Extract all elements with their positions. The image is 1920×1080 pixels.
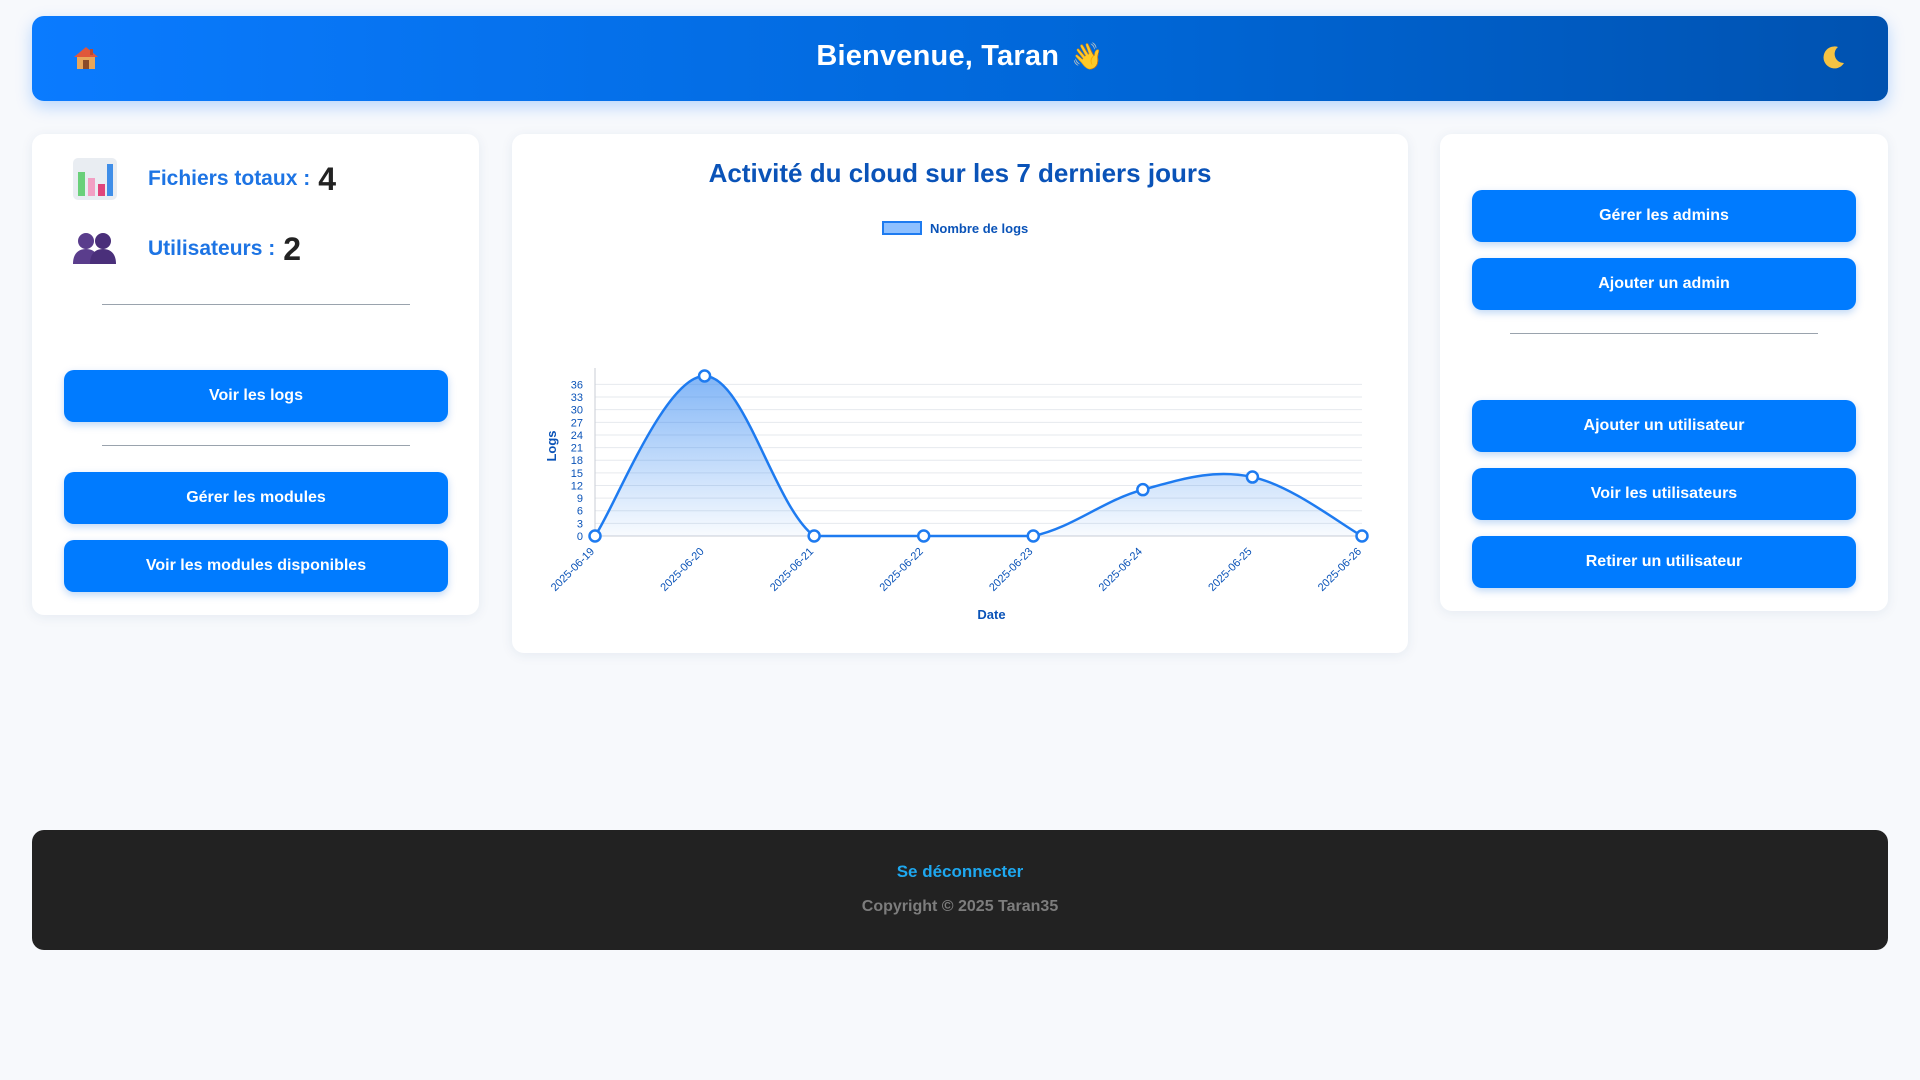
data-point <box>1355 529 1369 543</box>
users-label: Utilisateurs : <box>148 237 276 260</box>
data-point <box>807 529 821 543</box>
logout-link[interactable]: Se déconnecter <box>32 862 1888 882</box>
view-users-button[interactable]: Voir les utilisateurs <box>1472 468 1856 520</box>
files-label: Fichiers totaux : <box>148 167 311 190</box>
y-tick-label: 6 <box>577 506 583 518</box>
users-stat: Utilisateurs : 2 <box>72 226 301 272</box>
x-tick-label: 2025-06-24 <box>1097 546 1145 594</box>
y-tick-label: 3 <box>577 518 583 530</box>
files-stat: Fichiers totaux : 4 <box>72 156 336 202</box>
admin-actions-card: Gérer les admins Ajouter un admin Ajoute… <box>1440 134 1888 611</box>
y-tick-label: 18 <box>571 455 583 467</box>
manage-modules-button[interactable]: Gérer les modules <box>64 472 448 524</box>
y-tick-label: 12 <box>571 480 583 492</box>
legend-label: Nombre de logs <box>930 221 1028 236</box>
data-point <box>697 369 712 383</box>
users-count: 2 <box>283 230 301 267</box>
add-user-button[interactable]: Ajouter un utilisateur <box>1472 400 1856 452</box>
view-logs-button[interactable]: Voir les logs <box>64 370 448 422</box>
add-admin-button[interactable]: Ajouter un admin <box>1472 258 1856 310</box>
x-tick-label: 2025-06-25 <box>1206 546 1254 594</box>
y-tick-label: 36 <box>571 379 583 391</box>
series-area <box>595 376 1362 536</box>
view-modules-button[interactable]: Voir les modules disponibles <box>64 540 448 592</box>
x-tick-label: 2025-06-22 <box>878 546 926 594</box>
x-tick-label: 2025-06-26 <box>1316 546 1364 594</box>
x-tick-label: 2025-06-20 <box>658 546 706 594</box>
activity-chart-card: Activité du cloud sur les 7 derniers jou… <box>512 134 1408 653</box>
y-tick-label: 21 <box>571 443 583 455</box>
divider <box>102 445 410 446</box>
moon-icon[interactable] <box>1820 43 1848 71</box>
bar-chart-icon <box>73 158 117 200</box>
y-tick-label: 9 <box>577 493 583 505</box>
copyright-text: Copyright © 2025 Taran35 <box>861 898 1059 915</box>
footer: Se déconnecter Copyright © 2025 Taran35 <box>32 830 1888 950</box>
manage-admins-button[interactable]: Gérer les admins <box>1472 190 1856 242</box>
data-point <box>1136 482 1150 497</box>
data-point <box>588 529 602 543</box>
y-tick-label: 24 <box>571 430 583 442</box>
data-point <box>1026 529 1041 543</box>
y-tick-label: 27 <box>571 417 583 429</box>
divider <box>102 304 410 305</box>
remove-user-button[interactable]: Retirer un utilisateur <box>1472 536 1856 588</box>
divider <box>1510 333 1818 334</box>
x-tick-label: 2025-06-19 <box>549 546 597 594</box>
users-icon <box>73 233 116 264</box>
y-axis-title: Logs <box>544 430 559 461</box>
x-axis-title: Date <box>977 607 1005 622</box>
y-tick-label: 30 <box>571 405 583 417</box>
y-tick-label: 33 <box>571 392 583 404</box>
top-header: Bienvenue, Taran 👋 <box>32 16 1888 101</box>
welcome-title: Bienvenue, Taran 👋 <box>32 40 1888 73</box>
wave-icon: 👋 <box>1071 41 1104 71</box>
stats-card: Fichiers totaux : 4 Utilisateurs : 2 Voi… <box>32 134 479 615</box>
welcome-text: Bienvenue, Taran <box>816 40 1060 72</box>
files-count: 4 <box>318 160 336 197</box>
x-tick-label: 2025-06-21 <box>768 546 816 594</box>
y-tick-label: 0 <box>577 531 583 543</box>
legend-swatch <box>882 221 922 235</box>
data-point <box>1245 470 1260 484</box>
data-point <box>916 529 931 543</box>
y-tick-label: 15 <box>571 468 583 480</box>
x-tick-label: 2025-06-23 <box>987 546 1035 594</box>
activity-chart: 03691215182124273033362025-06-19 2025-06-… <box>544 221 1369 622</box>
